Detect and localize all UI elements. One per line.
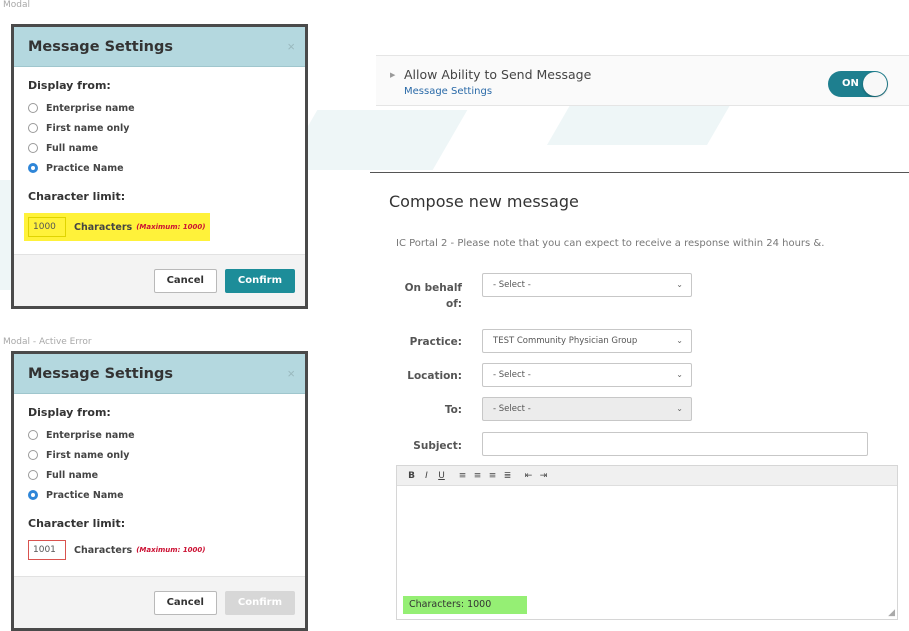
radio-label: Practice Name bbox=[46, 489, 124, 501]
radio-label: Full name bbox=[46, 469, 99, 481]
to-label: To: bbox=[444, 404, 462, 416]
background-shape bbox=[282, 110, 468, 170]
indent-icon[interactable]: ⇥ bbox=[537, 471, 550, 481]
toggle-state-label: ON bbox=[842, 78, 859, 89]
radio-enterprise-name[interactable]: Enterprise name bbox=[28, 98, 291, 118]
caption-modal: Modal bbox=[3, 0, 30, 10]
modal-header: Message Settings × bbox=[14, 354, 305, 394]
character-limit-input-error[interactable] bbox=[28, 540, 66, 560]
italic-button[interactable]: I bbox=[420, 471, 433, 481]
radio-first-name-only[interactable]: First name only bbox=[28, 445, 291, 465]
align-right-icon[interactable]: ≡ bbox=[486, 471, 499, 481]
align-left-icon[interactable]: ≡ bbox=[456, 471, 469, 481]
message-settings-link[interactable]: Message Settings bbox=[404, 86, 492, 97]
modal-body: Display from: Enterprise name First name… bbox=[14, 394, 305, 560]
radio-first-name-only[interactable]: First name only bbox=[28, 118, 291, 138]
message-settings-modal-error: Message Settings × Display from: Enterpr… bbox=[11, 351, 308, 631]
character-limit-row: Characters (Maximum: 1000) bbox=[24, 213, 291, 241]
bold-button[interactable]: B bbox=[405, 471, 418, 481]
setting-title: Allow Ability to Send Message bbox=[404, 67, 592, 82]
background-shape bbox=[547, 100, 733, 145]
on-behalf-label: On behalf of: bbox=[404, 282, 462, 310]
radio-enterprise-name[interactable]: Enterprise name bbox=[28, 425, 291, 445]
modal-body: Display from: Enterprise name First name… bbox=[14, 67, 305, 241]
chevron-down-icon: ⌄ bbox=[676, 280, 683, 289]
radio-full-name[interactable]: Full name bbox=[28, 138, 291, 158]
radio-icon[interactable] bbox=[28, 103, 38, 113]
radio-full-name[interactable]: Full name bbox=[28, 465, 291, 485]
character-counter: Characters: 1000 bbox=[403, 596, 527, 614]
radio-icon[interactable] bbox=[28, 123, 38, 133]
modal-footer: Cancel Confirm bbox=[14, 576, 305, 628]
message-editor[interactable]: B I U ≡ ≡ ≡ ≣ ⇤ ⇥ Characters: 1000 ◢ bbox=[396, 465, 898, 620]
chevron-down-icon: ⌄ bbox=[676, 336, 683, 345]
editor-toolbar: B I U ≡ ≡ ≡ ≣ ⇤ ⇥ bbox=[397, 466, 897, 486]
toggle-knob bbox=[863, 72, 887, 96]
on-off-toggle[interactable]: ON bbox=[828, 71, 888, 97]
compose-note: IC Portal 2 - Please note that you can e… bbox=[396, 238, 825, 249]
modal-title: Message Settings bbox=[28, 365, 174, 382]
radio-practice-name[interactable]: Practice Name bbox=[28, 158, 291, 178]
message-settings-modal: Message Settings × Display from: Enterpr… bbox=[11, 24, 308, 309]
location-select[interactable]: - Select - ⌄ bbox=[482, 363, 692, 387]
subject-input[interactable] bbox=[482, 432, 868, 456]
radio-label: Full name bbox=[46, 142, 99, 154]
character-limit-label: Character limit: bbox=[28, 190, 126, 203]
resize-handle-icon[interactable]: ◢ bbox=[888, 607, 895, 618]
compose-title: Compose new message bbox=[389, 192, 579, 211]
display-from-label: Display from: bbox=[28, 79, 111, 92]
allow-send-message-setting: ▶ Allow Ability to Send Message Message … bbox=[376, 55, 909, 106]
radio-label: First name only bbox=[46, 449, 130, 461]
radio-label: Enterprise name bbox=[46, 429, 135, 441]
chevron-down-icon: ⌄ bbox=[676, 370, 683, 379]
character-limit-row: Characters (Maximum: 1000) bbox=[28, 540, 291, 560]
subject-label: Subject: bbox=[413, 440, 462, 452]
close-icon[interactable]: × bbox=[287, 39, 295, 54]
maximum-note: (Maximum: 1000) bbox=[136, 223, 206, 231]
maximum-error-note: (Maximum: 1000) bbox=[136, 546, 206, 554]
location-label: Location: bbox=[407, 370, 462, 382]
on-behalf-select[interactable]: - Select - ⌄ bbox=[482, 273, 692, 297]
caption-modal-error: Modal - Active Error bbox=[3, 337, 92, 347]
confirm-button[interactable]: Confirm bbox=[224, 268, 295, 293]
radio-checked-icon[interactable] bbox=[28, 490, 38, 500]
modal-title: Message Settings bbox=[28, 38, 174, 55]
radio-icon[interactable] bbox=[28, 430, 38, 440]
expand-triangle-icon[interactable]: ▶ bbox=[390, 71, 395, 79]
character-limit-label: Character limit: bbox=[28, 517, 126, 530]
radio-label: First name only bbox=[46, 122, 130, 134]
practice-label: Practice: bbox=[409, 336, 462, 348]
radio-label: Enterprise name bbox=[46, 102, 135, 114]
radio-icon[interactable] bbox=[28, 470, 38, 480]
compose-message-panel: Compose new message IC Portal 2 - Please… bbox=[370, 172, 909, 631]
justify-icon[interactable]: ≣ bbox=[501, 471, 514, 481]
display-from-label: Display from: bbox=[28, 406, 111, 419]
confirm-button-disabled[interactable]: Confirm bbox=[224, 590, 295, 615]
align-center-icon[interactable]: ≡ bbox=[471, 471, 484, 481]
radio-icon[interactable] bbox=[28, 143, 38, 153]
cancel-button[interactable]: Cancel bbox=[153, 268, 217, 293]
character-limit-input[interactable] bbox=[28, 217, 66, 237]
underline-button[interactable]: U bbox=[435, 471, 448, 481]
to-select[interactable]: - Select - ⌄ bbox=[482, 397, 692, 421]
radio-practice-name[interactable]: Practice Name bbox=[28, 485, 291, 505]
cancel-button[interactable]: Cancel bbox=[153, 590, 217, 615]
radio-label: Practice Name bbox=[46, 162, 124, 174]
outdent-icon[interactable]: ⇤ bbox=[522, 471, 535, 481]
close-icon[interactable]: × bbox=[287, 366, 295, 381]
practice-select[interactable]: TEST Community Physician Group ⌄ bbox=[482, 329, 692, 353]
chevron-down-icon: ⌄ bbox=[676, 404, 683, 413]
characters-label: Characters bbox=[74, 544, 133, 556]
character-limit-highlight: Characters (Maximum: 1000) bbox=[24, 213, 210, 241]
modal-header: Message Settings × bbox=[14, 27, 305, 67]
characters-label: Characters bbox=[74, 221, 133, 233]
radio-checked-icon[interactable] bbox=[28, 163, 38, 173]
modal-footer: Cancel Confirm bbox=[14, 254, 305, 306]
radio-icon[interactable] bbox=[28, 450, 38, 460]
